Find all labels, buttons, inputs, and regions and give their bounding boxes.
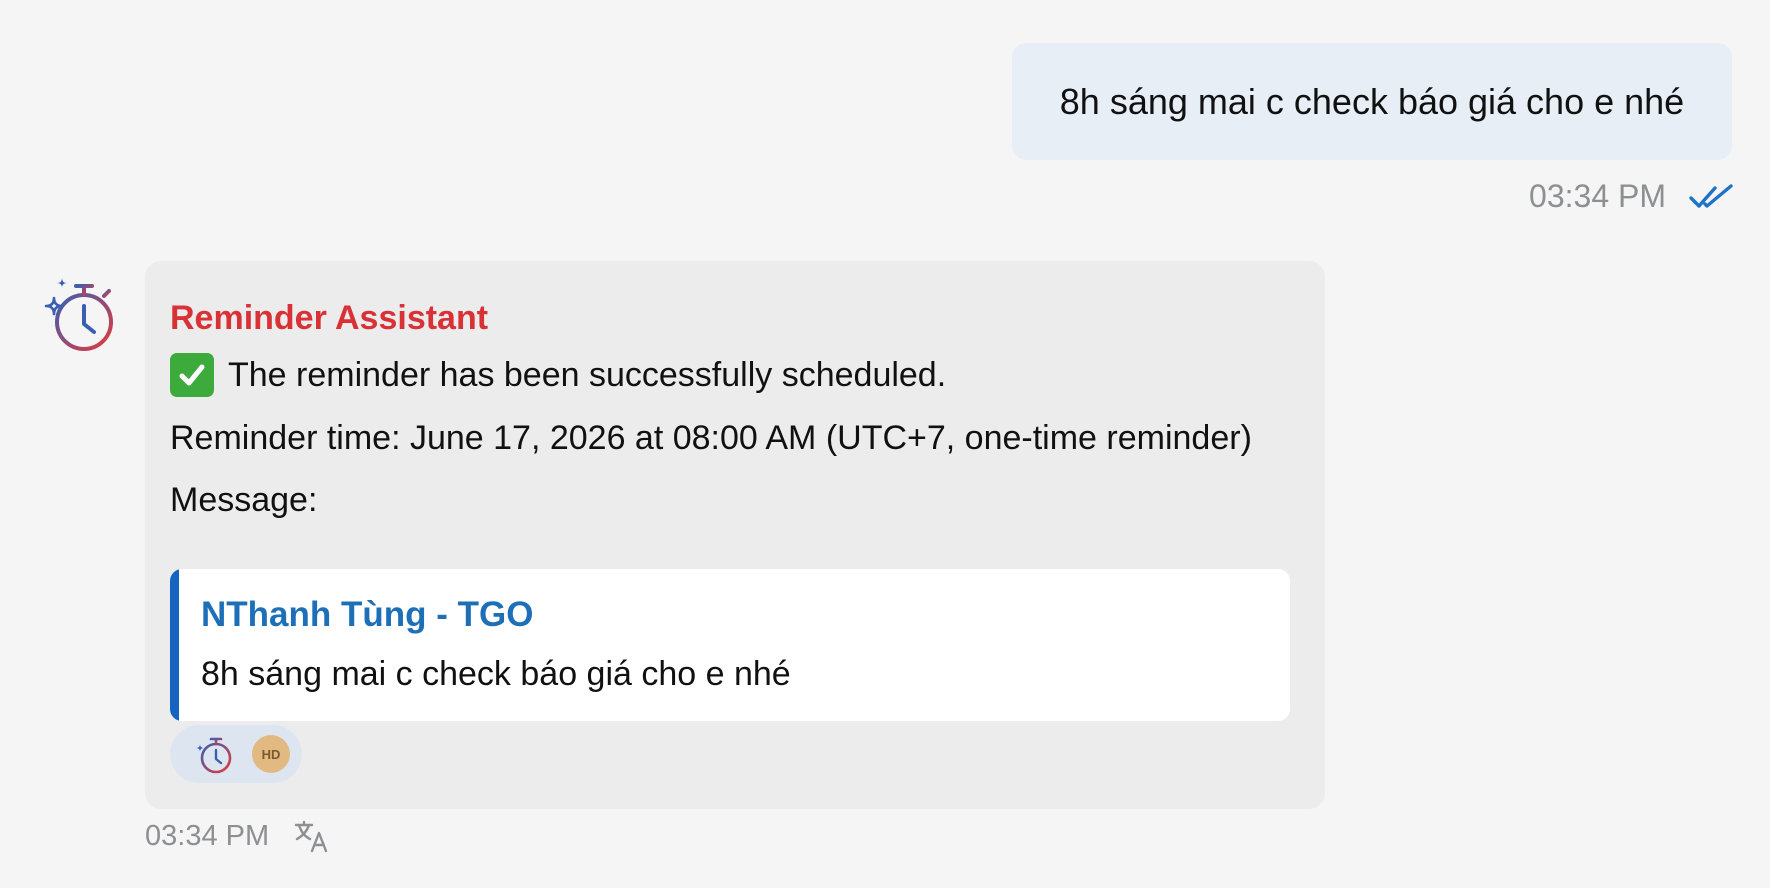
stopwatch-sparkle-icon bbox=[192, 732, 236, 776]
status-text: The reminder has been successfully sched… bbox=[228, 355, 947, 394]
chat-view: 8h sáng mai c check báo giá cho e nhé 03… bbox=[0, 0, 1770, 888]
quoted-message[interactable]: NThanh Tùng - TGO 8h sáng mai c check bá… bbox=[170, 569, 1290, 721]
stopwatch-sparkle-icon bbox=[44, 278, 113, 351]
quote-text: 8h sáng mai c check báo giá cho e nhé bbox=[201, 655, 791, 693]
assistant-message-time: 03:34 PM bbox=[145, 819, 270, 852]
assistant-message-card[interactable]: Reminder Assistant The reminder has been… bbox=[145, 261, 1325, 809]
message-label: Message: bbox=[170, 481, 318, 519]
reactions-pill[interactable]: HD bbox=[170, 725, 302, 783]
outgoing-message-meta: 03:34 PM bbox=[1529, 178, 1734, 215]
outgoing-message-time: 03:34 PM bbox=[1529, 178, 1666, 214]
outgoing-message-bubble[interactable]: 8h sáng mai c check báo giá cho e nhé bbox=[1012, 43, 1732, 160]
assistant-avatar[interactable] bbox=[40, 272, 124, 356]
outgoing-message-text: 8h sáng mai c check báo giá cho e nhé bbox=[1059, 80, 1685, 122]
check-mark-emoji-icon bbox=[170, 353, 214, 397]
translate-icon[interactable] bbox=[293, 818, 329, 854]
status-line: The reminder has been successfully sched… bbox=[170, 353, 946, 397]
reminder-time-text: Reminder time: June 17, 2026 at 08:00 AM… bbox=[170, 419, 1252, 457]
user-avatar-badge[interactable]: HD bbox=[252, 735, 290, 773]
assistant-message-meta: 03:34 PM bbox=[145, 818, 329, 854]
quote-author: NThanh Tùng - TGO bbox=[201, 595, 534, 634]
sender-name[interactable]: Reminder Assistant bbox=[170, 299, 488, 338]
double-check-icon bbox=[1689, 183, 1733, 208]
quote-accent-bar bbox=[170, 569, 179, 721]
